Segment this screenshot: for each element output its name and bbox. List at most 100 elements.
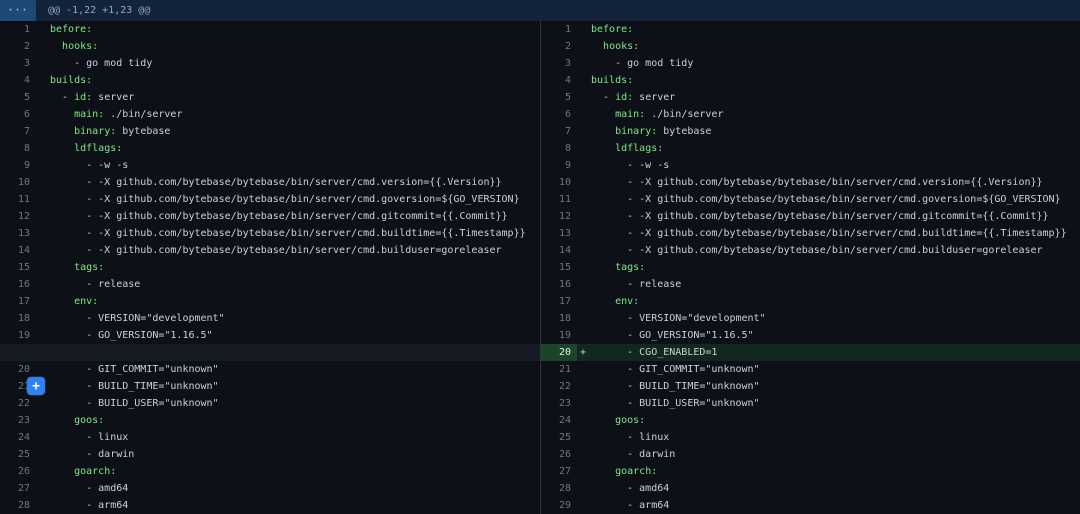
- code-token: - GIT_COMMIT="unknown": [50, 364, 219, 375]
- diff-row: 16 - release: [0, 276, 540, 293]
- diff-row: 7 binary: bytebase: [541, 123, 1080, 140]
- line-number[interactable]: 16: [541, 276, 577, 293]
- line-number[interactable]: 25: [541, 429, 577, 446]
- line-number[interactable]: 13: [0, 225, 36, 242]
- line-number[interactable]: 10: [0, 174, 36, 191]
- diff-row: 6 main: ./bin/server: [541, 106, 1080, 123]
- line-number[interactable]: 10: [541, 174, 577, 191]
- line-number[interactable]: 21: [541, 361, 577, 378]
- line-number[interactable]: 7: [541, 123, 577, 140]
- line-number[interactable]: 3: [0, 55, 36, 72]
- yaml-key-token: env:: [74, 296, 98, 307]
- diff-row: 13 - -X github.com/bytebase/bytebase/bin…: [541, 225, 1080, 242]
- code-line: - GO_VERSION="1.16.5": [36, 327, 540, 344]
- line-number[interactable]: 17: [541, 293, 577, 310]
- line-number[interactable]: 14: [541, 242, 577, 259]
- code-token: [50, 143, 74, 154]
- code-line: hooks:: [577, 38, 1080, 55]
- line-number[interactable]: 24: [0, 429, 36, 446]
- line-number[interactable]: 22: [541, 378, 577, 395]
- line-number[interactable]: 26: [0, 463, 36, 480]
- line-number[interactable]: 8: [0, 140, 36, 157]
- line-number[interactable]: 11: [541, 191, 577, 208]
- line-number[interactable]: 27: [541, 463, 577, 480]
- add-comment-button[interactable]: +: [27, 377, 45, 395]
- code-token: - linux: [591, 432, 669, 443]
- line-number[interactable]: 19: [541, 327, 577, 344]
- line-number[interactable]: 12: [541, 208, 577, 225]
- line-number[interactable]: 23: [0, 412, 36, 429]
- line-number[interactable]: 24: [541, 412, 577, 429]
- yaml-key-token: before:: [591, 24, 633, 35]
- code-token: - -w -s: [591, 160, 669, 171]
- code-line: - GO_VERSION="1.16.5": [577, 327, 1080, 344]
- yaml-key-token: hooks:: [603, 41, 639, 52]
- code-token: - -X github.com/bytebase/bytebase/bin/se…: [591, 211, 1049, 222]
- code-token: - BUILD_TIME="unknown": [50, 381, 219, 392]
- line-number[interactable]: 11: [0, 191, 36, 208]
- line-number[interactable]: 20: [541, 344, 577, 361]
- code-line: - GIT_COMMIT="unknown": [577, 361, 1080, 378]
- code-line: - -X github.com/bytebase/bytebase/bin/se…: [36, 191, 540, 208]
- line-number[interactable]: 29: [541, 497, 577, 514]
- code-line: ldflags:: [36, 140, 540, 157]
- diff-row: 27 - amd64: [0, 480, 540, 497]
- line-number[interactable]: 18: [0, 310, 36, 327]
- line-number[interactable]: 4: [0, 72, 36, 89]
- code-line: - -w -s: [36, 157, 540, 174]
- line-number[interactable]: 28: [541, 480, 577, 497]
- line-number[interactable]: 25: [0, 446, 36, 463]
- line-number[interactable]: 23: [541, 395, 577, 412]
- line-number[interactable]: 14: [0, 242, 36, 259]
- added-line-row: 20+ - CGO_ENABLED=1: [541, 344, 1080, 361]
- line-number[interactable]: 9: [541, 157, 577, 174]
- line-number[interactable]: 27: [0, 480, 36, 497]
- code-token: [591, 41, 603, 52]
- line-number[interactable]: 2: [541, 38, 577, 55]
- code-token: - -X github.com/bytebase/bytebase/bin/se…: [50, 194, 520, 205]
- line-number[interactable]: 15: [541, 259, 577, 276]
- line-number[interactable]: 26: [541, 446, 577, 463]
- code-token: - amd64: [50, 483, 128, 494]
- line-number[interactable]: 6: [541, 106, 577, 123]
- code-line: - GIT_COMMIT="unknown": [36, 361, 540, 378]
- diff-row: 15 tags:: [541, 259, 1080, 276]
- line-number[interactable]: 4: [541, 72, 577, 89]
- code-token: - release: [591, 279, 681, 290]
- code-token: - darwin: [50, 449, 134, 460]
- line-number[interactable]: 8: [541, 140, 577, 157]
- line-number[interactable]: 5: [0, 89, 36, 106]
- line-number[interactable]: 1: [0, 21, 36, 38]
- diff-row: 13 - -X github.com/bytebase/bytebase/bin…: [0, 225, 540, 242]
- line-number[interactable]: 12: [0, 208, 36, 225]
- line-number[interactable]: 7: [0, 123, 36, 140]
- code-token: - -X github.com/bytebase/bytebase/bin/se…: [591, 245, 1043, 256]
- line-number[interactable]: 6: [0, 106, 36, 123]
- line-number[interactable]: 13: [541, 225, 577, 242]
- code-line: before:: [577, 21, 1080, 38]
- split-diff-view: ··· @@ -1,22 +1,23 @@ 1before:2 hooks:3 …: [0, 0, 1080, 514]
- line-number[interactable]: 17: [0, 293, 36, 310]
- diff-row: 10 - -X github.com/bytebase/bytebase/bin…: [541, 174, 1080, 191]
- line-number[interactable]: 16: [0, 276, 36, 293]
- line-number[interactable]: 28: [0, 497, 36, 514]
- yaml-key-token: before:: [50, 24, 92, 35]
- line-number[interactable]: 5: [541, 89, 577, 106]
- line-number[interactable]: 22: [0, 395, 36, 412]
- code-line: - -X github.com/bytebase/bytebase/bin/se…: [36, 225, 540, 242]
- line-number[interactable]: 20: [0, 361, 36, 378]
- code-line: - -X github.com/bytebase/bytebase/bin/se…: [577, 208, 1080, 225]
- diff-row: 11 - -X github.com/bytebase/bytebase/bin…: [0, 191, 540, 208]
- code-token: - -X github.com/bytebase/bytebase/bin/se…: [591, 177, 1043, 188]
- yaml-key-token: tags:: [615, 262, 645, 273]
- expand-hunk-button[interactable]: ···: [0, 0, 36, 21]
- line-number[interactable]: 18: [541, 310, 577, 327]
- line-number[interactable]: 2: [0, 38, 36, 55]
- code-token: bytebase: [657, 126, 711, 137]
- line-number[interactable]: 9: [0, 157, 36, 174]
- line-number[interactable]: 19: [0, 327, 36, 344]
- line-number[interactable]: 1: [541, 21, 577, 38]
- line-number[interactable]: 3: [541, 55, 577, 72]
- line-number[interactable]: 15: [0, 259, 36, 276]
- code-line: tags:: [577, 259, 1080, 276]
